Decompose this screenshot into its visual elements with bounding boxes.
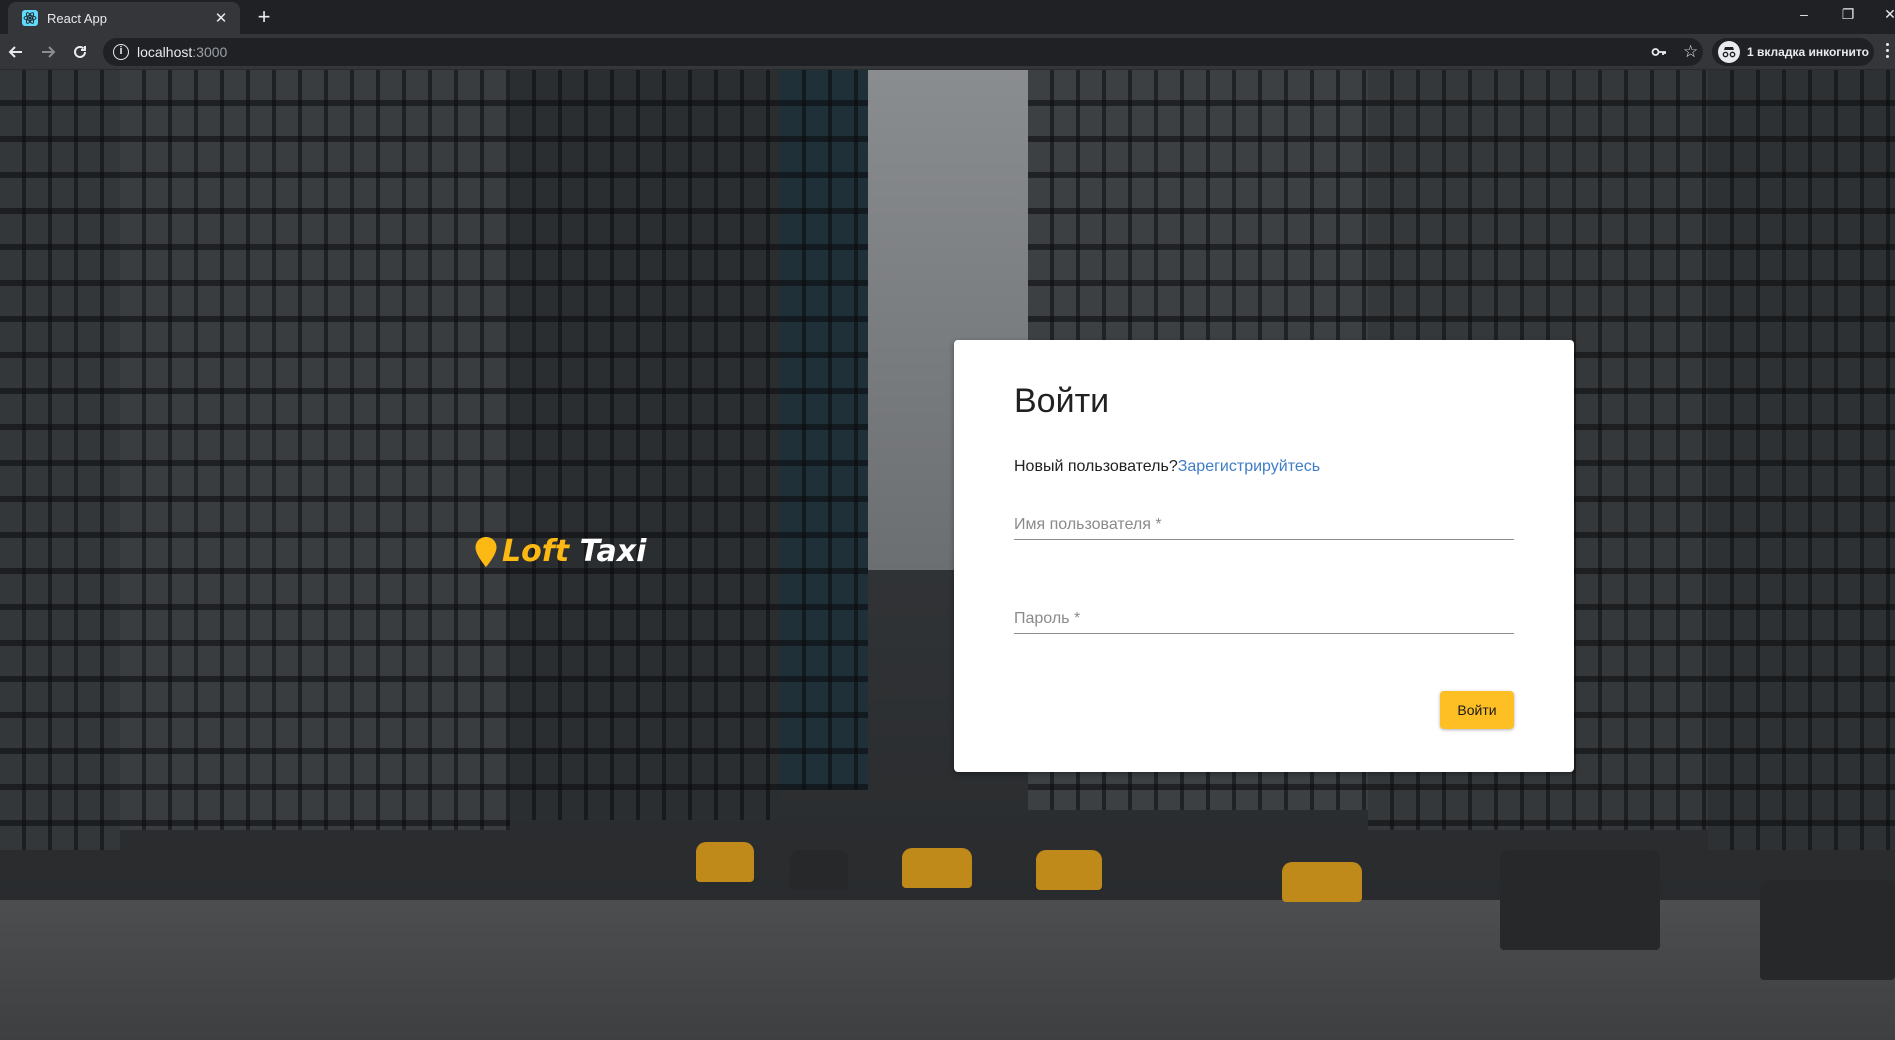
page-background: Loft Taxi Войти Новый пользователь?Зарег… bbox=[0, 70, 1895, 1040]
background-building bbox=[0, 70, 120, 850]
incognito-label: 1 вкладка инкогнито bbox=[1747, 45, 1869, 59]
back-arrow-icon[interactable] bbox=[4, 40, 28, 64]
background-taxi bbox=[1282, 862, 1362, 902]
password-field bbox=[1014, 594, 1514, 634]
address-bar[interactable]: i localhost:3000 ☆ bbox=[103, 38, 1703, 66]
url-text[interactable]: localhost:3000 bbox=[137, 44, 227, 60]
login-title: Войти bbox=[1014, 382, 1110, 420]
close-window-icon[interactable]: ✕ bbox=[1880, 6, 1895, 23]
location-pin-icon bbox=[475, 536, 497, 567]
minimize-icon[interactable]: – bbox=[1794, 6, 1814, 22]
forward-arrow-icon[interactable] bbox=[36, 40, 60, 64]
incognito-indicator[interactable]: 1 вкладка инкогнито bbox=[1712, 38, 1874, 66]
logo-word-loft: Loft bbox=[502, 534, 570, 569]
background-building bbox=[780, 70, 868, 790]
browser-tab[interactable]: React App ✕ bbox=[8, 2, 240, 34]
background-building bbox=[1708, 70, 1895, 850]
key-icon[interactable] bbox=[1651, 44, 1667, 65]
background-taxi bbox=[902, 848, 972, 888]
background-car bbox=[790, 850, 848, 890]
browser-tab-bar: React App ✕ + – ❐ ✕ bbox=[0, 0, 1895, 34]
background-taxi bbox=[696, 842, 754, 882]
loft-taxi-logo: Loft Taxi bbox=[474, 534, 646, 569]
login-submit-button[interactable]: Войти bbox=[1440, 691, 1514, 729]
background-car bbox=[1760, 880, 1895, 980]
url-port: :3000 bbox=[192, 44, 228, 60]
browser-toolbar: i localhost:3000 ☆ 1 вкладка инкогнито bbox=[0, 34, 1895, 70]
logo-word-taxi: Taxi bbox=[579, 534, 647, 569]
background-taxi bbox=[1036, 850, 1102, 890]
bookmark-star-icon[interactable]: ☆ bbox=[1683, 42, 1698, 62]
username-field bbox=[1014, 500, 1514, 540]
react-favicon-icon bbox=[22, 10, 38, 26]
username-input[interactable] bbox=[1014, 500, 1514, 539]
url-host: localhost bbox=[137, 44, 193, 60]
browser-menu-icon[interactable] bbox=[1886, 43, 1892, 61]
background-building bbox=[510, 70, 780, 820]
password-input[interactable] bbox=[1014, 594, 1514, 633]
tab-title: React App bbox=[47, 10, 107, 26]
background-building bbox=[120, 70, 510, 830]
incognito-icon bbox=[1718, 41, 1740, 63]
restore-icon[interactable]: ❐ bbox=[1838, 6, 1858, 23]
background-car bbox=[1500, 850, 1660, 950]
new-user-prompt: Новый пользователь?Зарегистрируйтесь bbox=[1014, 458, 1320, 476]
reload-icon[interactable] bbox=[68, 40, 92, 64]
register-link[interactable]: Зарегистрируйтесь bbox=[1178, 458, 1320, 475]
new-user-text: Новый пользователь? bbox=[1014, 458, 1178, 475]
tab-close-icon[interactable]: ✕ bbox=[212, 9, 230, 27]
login-card: Войти Новый пользователь?Зарегистрируйте… bbox=[954, 340, 1574, 772]
site-info-icon[interactable]: i bbox=[113, 44, 129, 60]
new-tab-icon[interactable]: + bbox=[253, 6, 275, 28]
